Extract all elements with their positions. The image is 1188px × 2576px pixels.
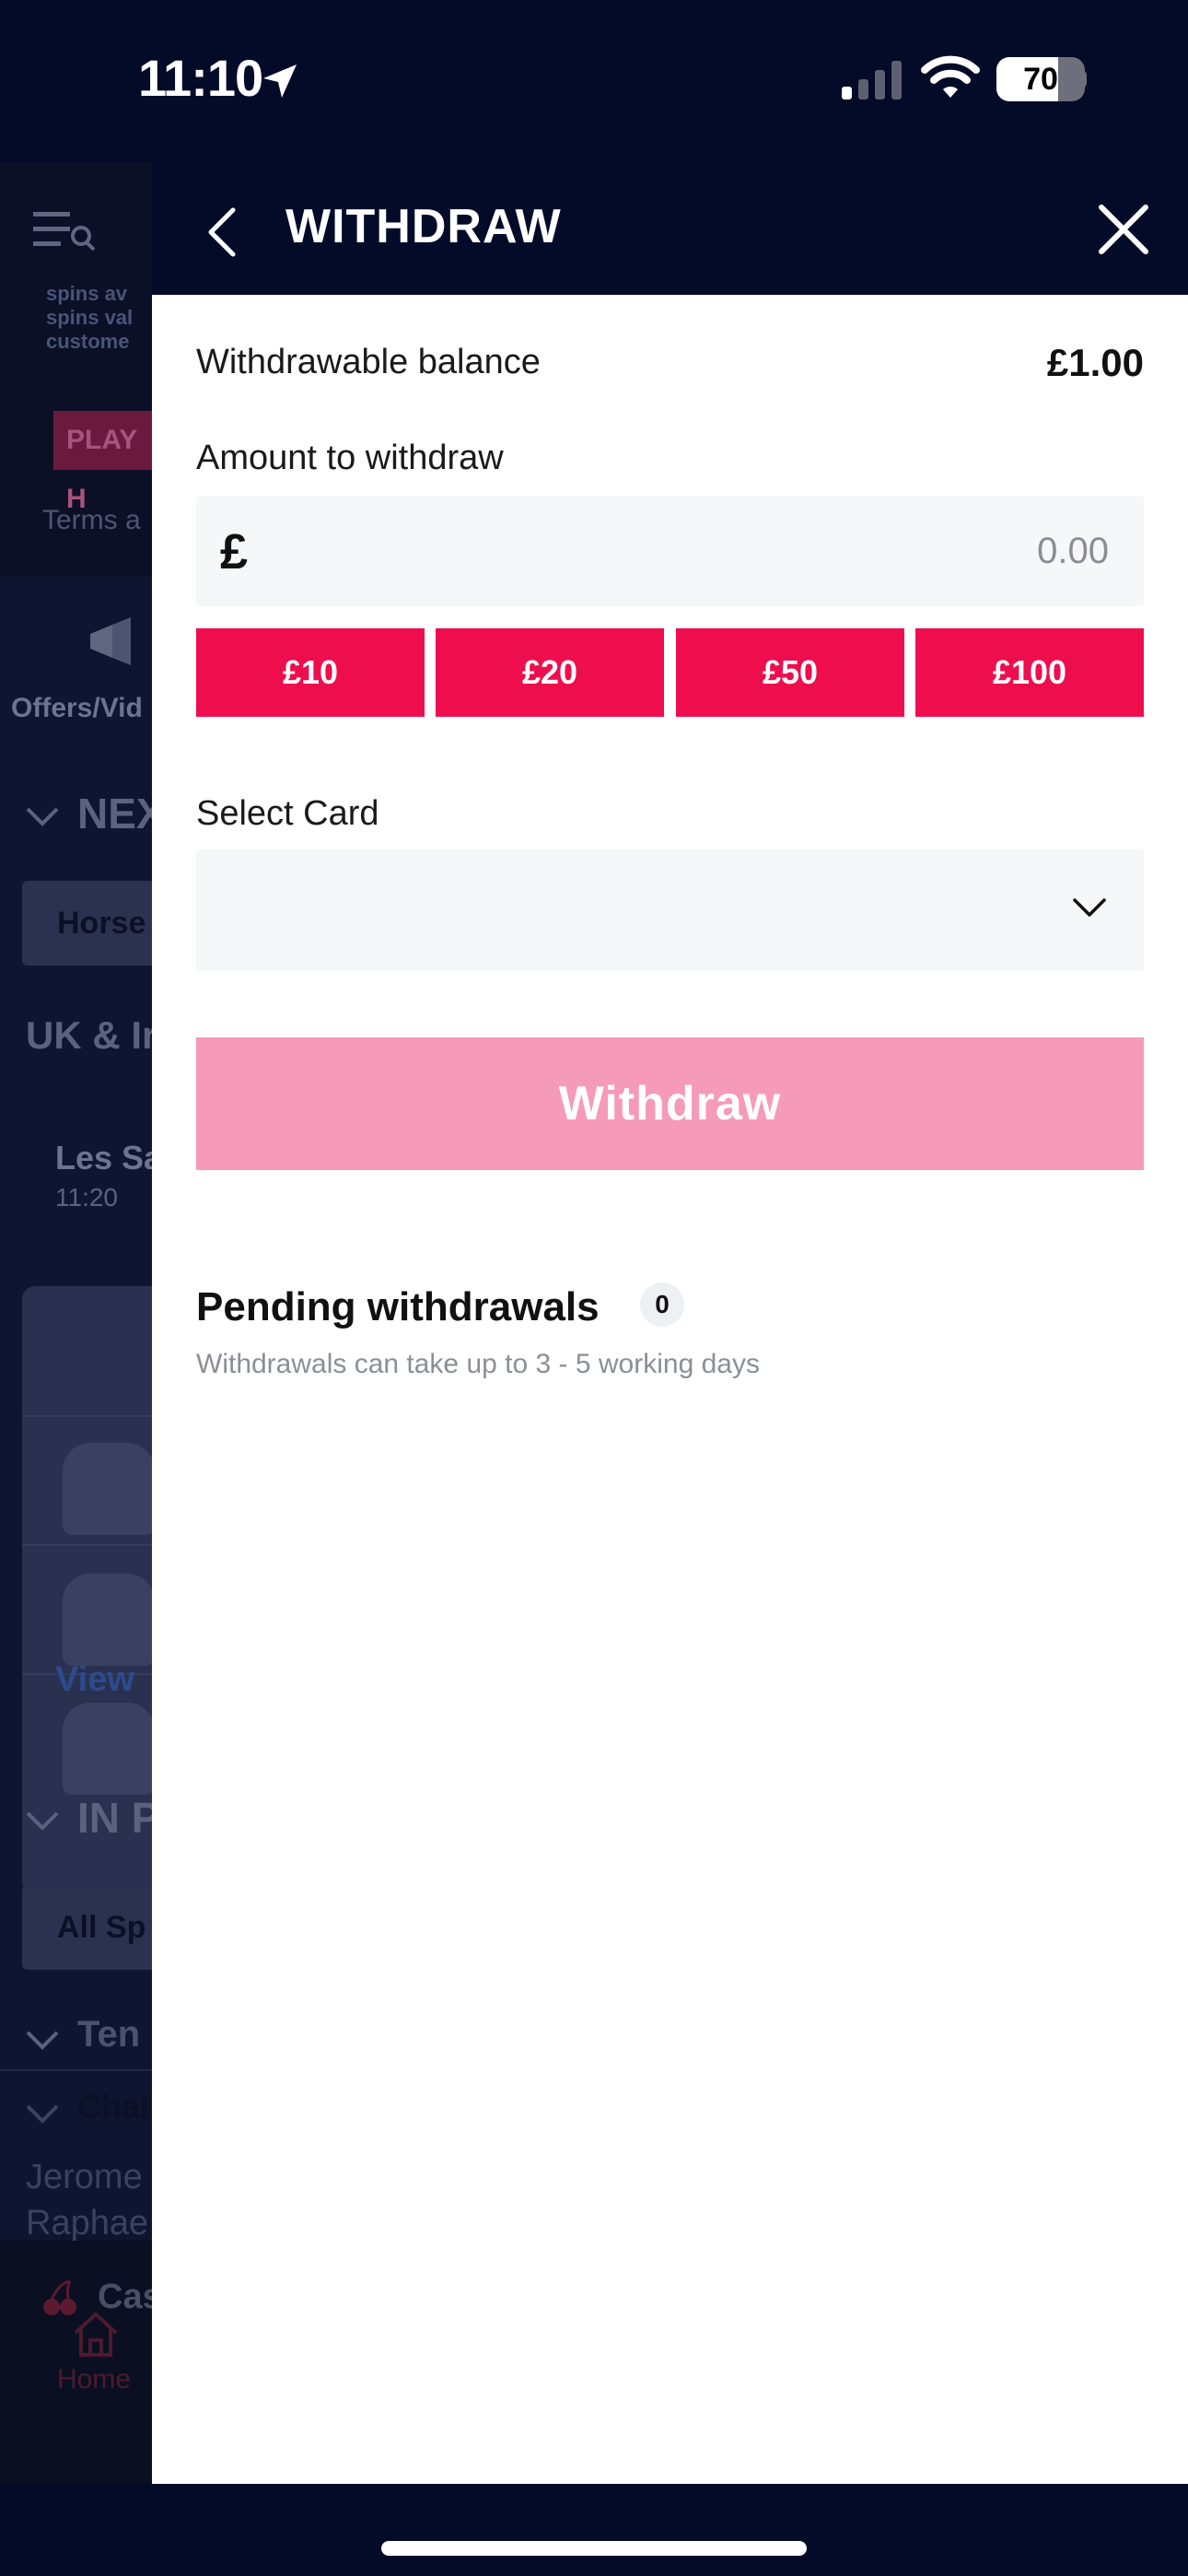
battery-icon: 70: [996, 57, 1085, 101]
play-button: PLAY H: [53, 411, 152, 514]
silk-icon: [63, 1703, 152, 1795]
promo-line: spins val: [46, 306, 134, 329]
balance-value: £1.00: [1046, 341, 1144, 384]
quick-amount-50-button[interactable]: £50: [676, 628, 904, 717]
promo-line: custome: [46, 330, 130, 353]
divider: [0, 2069, 152, 2071]
player-name: Raphae: [26, 2204, 149, 2242]
player-name: Jerome: [26, 2158, 143, 2196]
battery-cap: [1079, 70, 1087, 88]
currency-symbol: £: [220, 524, 249, 580]
amount-input[interactable]: £ 0.00: [196, 496, 1144, 606]
quick-amount-buttons: £10 £20 £50 £100: [196, 628, 1144, 717]
menu-search-icon: [33, 212, 96, 252]
back-icon[interactable]: [200, 205, 246, 260]
terms-link: Terms a: [42, 505, 141, 535]
modal-header: WITHDRAW: [152, 162, 1188, 295]
megaphone-icon: [90, 617, 131, 665]
chevron-down-icon: [1073, 898, 1106, 917]
chevron-down-icon: [26, 2104, 59, 2124]
location-arrow-icon: [263, 64, 297, 98]
home-indicator[interactable]: [381, 2541, 807, 2556]
tennis-heading: Ten: [77, 2014, 141, 2055]
divider: [22, 1415, 152, 1417]
battery-level: 70: [1023, 61, 1058, 97]
silk-icon: [63, 1574, 152, 1666]
uk-heading: UK & Ir: [26, 1013, 152, 1057]
divider: [22, 1544, 152, 1546]
chevron-down-icon: [26, 2031, 59, 2050]
quick-amount-100-button[interactable]: £100: [915, 628, 1144, 717]
next-heading: NEX: [77, 790, 152, 837]
promo-line: spins av: [46, 282, 128, 305]
withdraw-button[interactable]: Withdraw: [196, 1037, 1144, 1170]
chevron-down-icon: [26, 807, 59, 826]
chevron-down-icon: [26, 1811, 59, 1831]
modal-title: WITHDRAW: [285, 200, 562, 253]
background-promo: spins av spins val custome: [46, 282, 133, 354]
pending-count-badge: 0: [640, 1282, 684, 1327]
balance-label: Withdrawable balance: [196, 343, 541, 381]
offers-label: Offers/Vid: [11, 693, 143, 723]
quick-amount-20-button[interactable]: £20: [436, 628, 664, 717]
silk-icon: [63, 1443, 152, 1535]
withdraw-form: Withdrawable balance £1.00 Amount to wit…: [152, 295, 1188, 2484]
challenger-heading: Chal: [77, 2088, 150, 2125]
all-sports-pill: All Sp: [22, 1885, 152, 1970]
pending-withdrawals-note: Withdrawals can take up to 3 - 5 working…: [196, 1349, 760, 1379]
signal-icon: [842, 61, 902, 100]
wifi-icon: [921, 55, 980, 98]
card-select[interactable]: [196, 849, 1144, 971]
status-bar: 11:10 70: [0, 0, 1188, 162]
home-label: Home: [57, 2364, 132, 2395]
close-icon[interactable]: [1097, 203, 1150, 256]
status-time: 11:10: [138, 49, 263, 107]
select-card-label: Select Card: [196, 794, 379, 833]
home-icon: [74, 2312, 118, 2357]
home-indicator-area: [0, 2484, 1188, 2576]
race-time: 11:20: [55, 1183, 118, 1212]
amount-label: Amount to withdraw: [196, 439, 504, 477]
view-link: View: [55, 1660, 134, 1699]
horse-racing-pill: Horse: [22, 881, 152, 966]
background-page: spins av spins val custome PLAY H Terms …: [0, 162, 152, 2484]
race-name: Les Sa: [55, 1139, 152, 1177]
pending-withdrawals-title: Pending withdrawals: [196, 1284, 600, 1329]
in-play-heading: IN P: [77, 1794, 152, 1842]
amount-placeholder: 0.00: [1037, 531, 1109, 571]
quick-amount-10-button[interactable]: £10: [196, 628, 425, 717]
